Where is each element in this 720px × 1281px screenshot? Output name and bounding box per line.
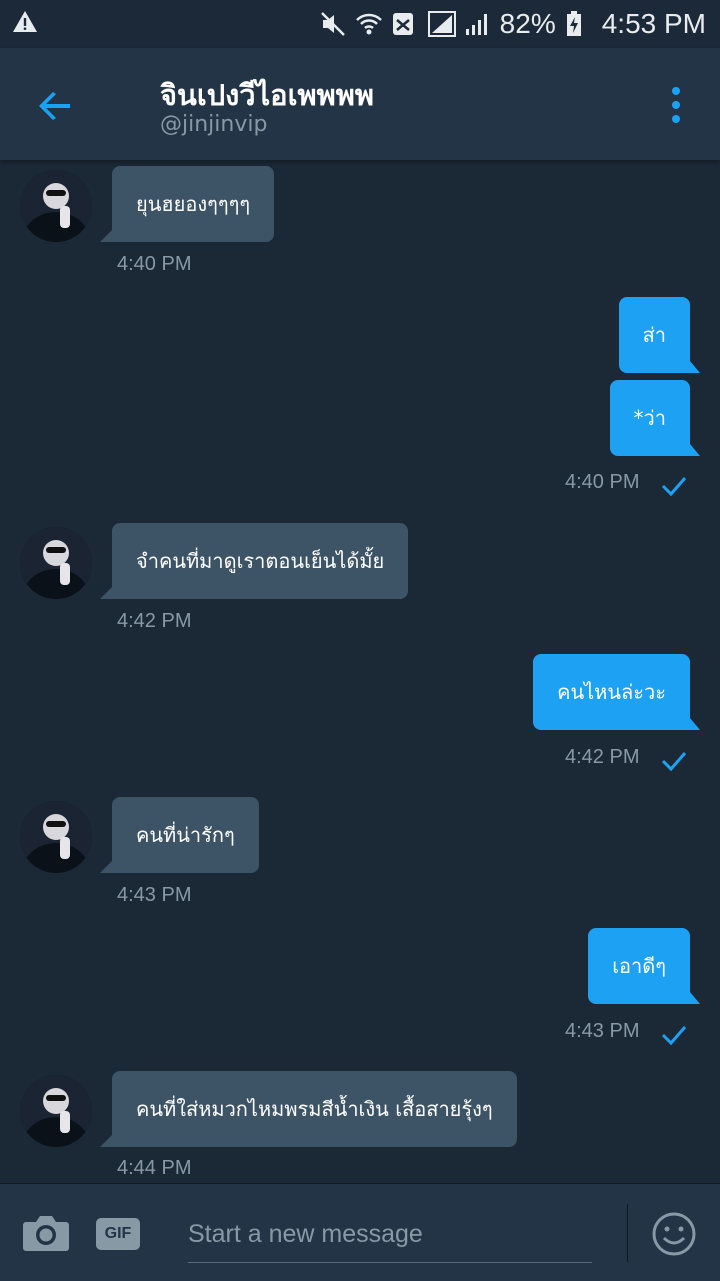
message-timestamp: 4:42 PM bbox=[565, 746, 640, 768]
read-check-icon bbox=[661, 752, 687, 772]
message-composer: GIF bbox=[0, 1183, 720, 1281]
mute-icon bbox=[320, 11, 346, 37]
message-bubble-incoming[interactable]: จำคนที่มาดูเราตอนเย็นได้มั้ย bbox=[99, 523, 409, 599]
gif-button[interactable]: GIF bbox=[96, 1218, 140, 1250]
message-timestamp: 4:42 PM bbox=[117, 610, 192, 632]
message-bubble-incoming[interactable]: ยุนฮยองๆๆๆๆ bbox=[99, 166, 275, 242]
clock: 4:53 PM bbox=[601, 8, 706, 39]
emoji-icon[interactable] bbox=[651, 1211, 697, 1257]
signal-bars-icon bbox=[464, 11, 490, 37]
back-arrow-icon[interactable] bbox=[32, 82, 80, 130]
message-bubble-outgoing[interactable]: คนไหนล่ะวะ bbox=[533, 654, 700, 730]
message-timestamp: 4:40 PM bbox=[565, 471, 640, 493]
message-timestamp: 4:43 PM bbox=[565, 1020, 640, 1042]
status-bar: 82% 4:53 PM bbox=[0, 0, 720, 48]
message-bubble-outgoing[interactable]: ส่า bbox=[618, 297, 701, 373]
message-bubble-outgoing[interactable]: เอาดีๆ bbox=[588, 928, 700, 1004]
camera-icon[interactable] bbox=[22, 1214, 70, 1252]
signal-icon bbox=[427, 11, 456, 37]
message-timestamp: 4:44 PM bbox=[117, 1157, 192, 1179]
message-bubble-incoming[interactable]: คนที่ใส่หมวกไหมพรมสีน้ำเงิน เสื้อสายรุ้ง… bbox=[100, 1071, 517, 1147]
wifi-icon bbox=[355, 11, 382, 37]
avatar[interactable] bbox=[20, 801, 92, 873]
composer-divider bbox=[627, 1204, 628, 1262]
battery-charging-icon bbox=[566, 11, 592, 37]
conversation-header: จินเปงวีไอเพพพพ @jinjinvip bbox=[0, 48, 720, 160]
warning-icon bbox=[12, 9, 38, 40]
avatar[interactable] bbox=[20, 170, 92, 242]
sim-icon bbox=[392, 11, 418, 37]
battery-level: 82% bbox=[499, 8, 556, 39]
more-options-icon[interactable] bbox=[660, 84, 692, 128]
message-bubble-incoming[interactable]: คนที่น่ารักๆ bbox=[100, 797, 259, 873]
read-check-icon bbox=[661, 477, 687, 497]
message-timestamp: 4:43 PM bbox=[117, 884, 192, 906]
read-check-icon bbox=[661, 1026, 687, 1046]
message-bubble-outgoing[interactable]: *ว่า bbox=[609, 380, 701, 456]
message-timestamp: 4:40 PM bbox=[117, 253, 192, 275]
avatar[interactable] bbox=[20, 1075, 92, 1147]
message-input[interactable] bbox=[188, 1206, 592, 1263]
avatar[interactable] bbox=[20, 527, 92, 599]
user-handle: @jinjinvip bbox=[160, 112, 268, 137]
